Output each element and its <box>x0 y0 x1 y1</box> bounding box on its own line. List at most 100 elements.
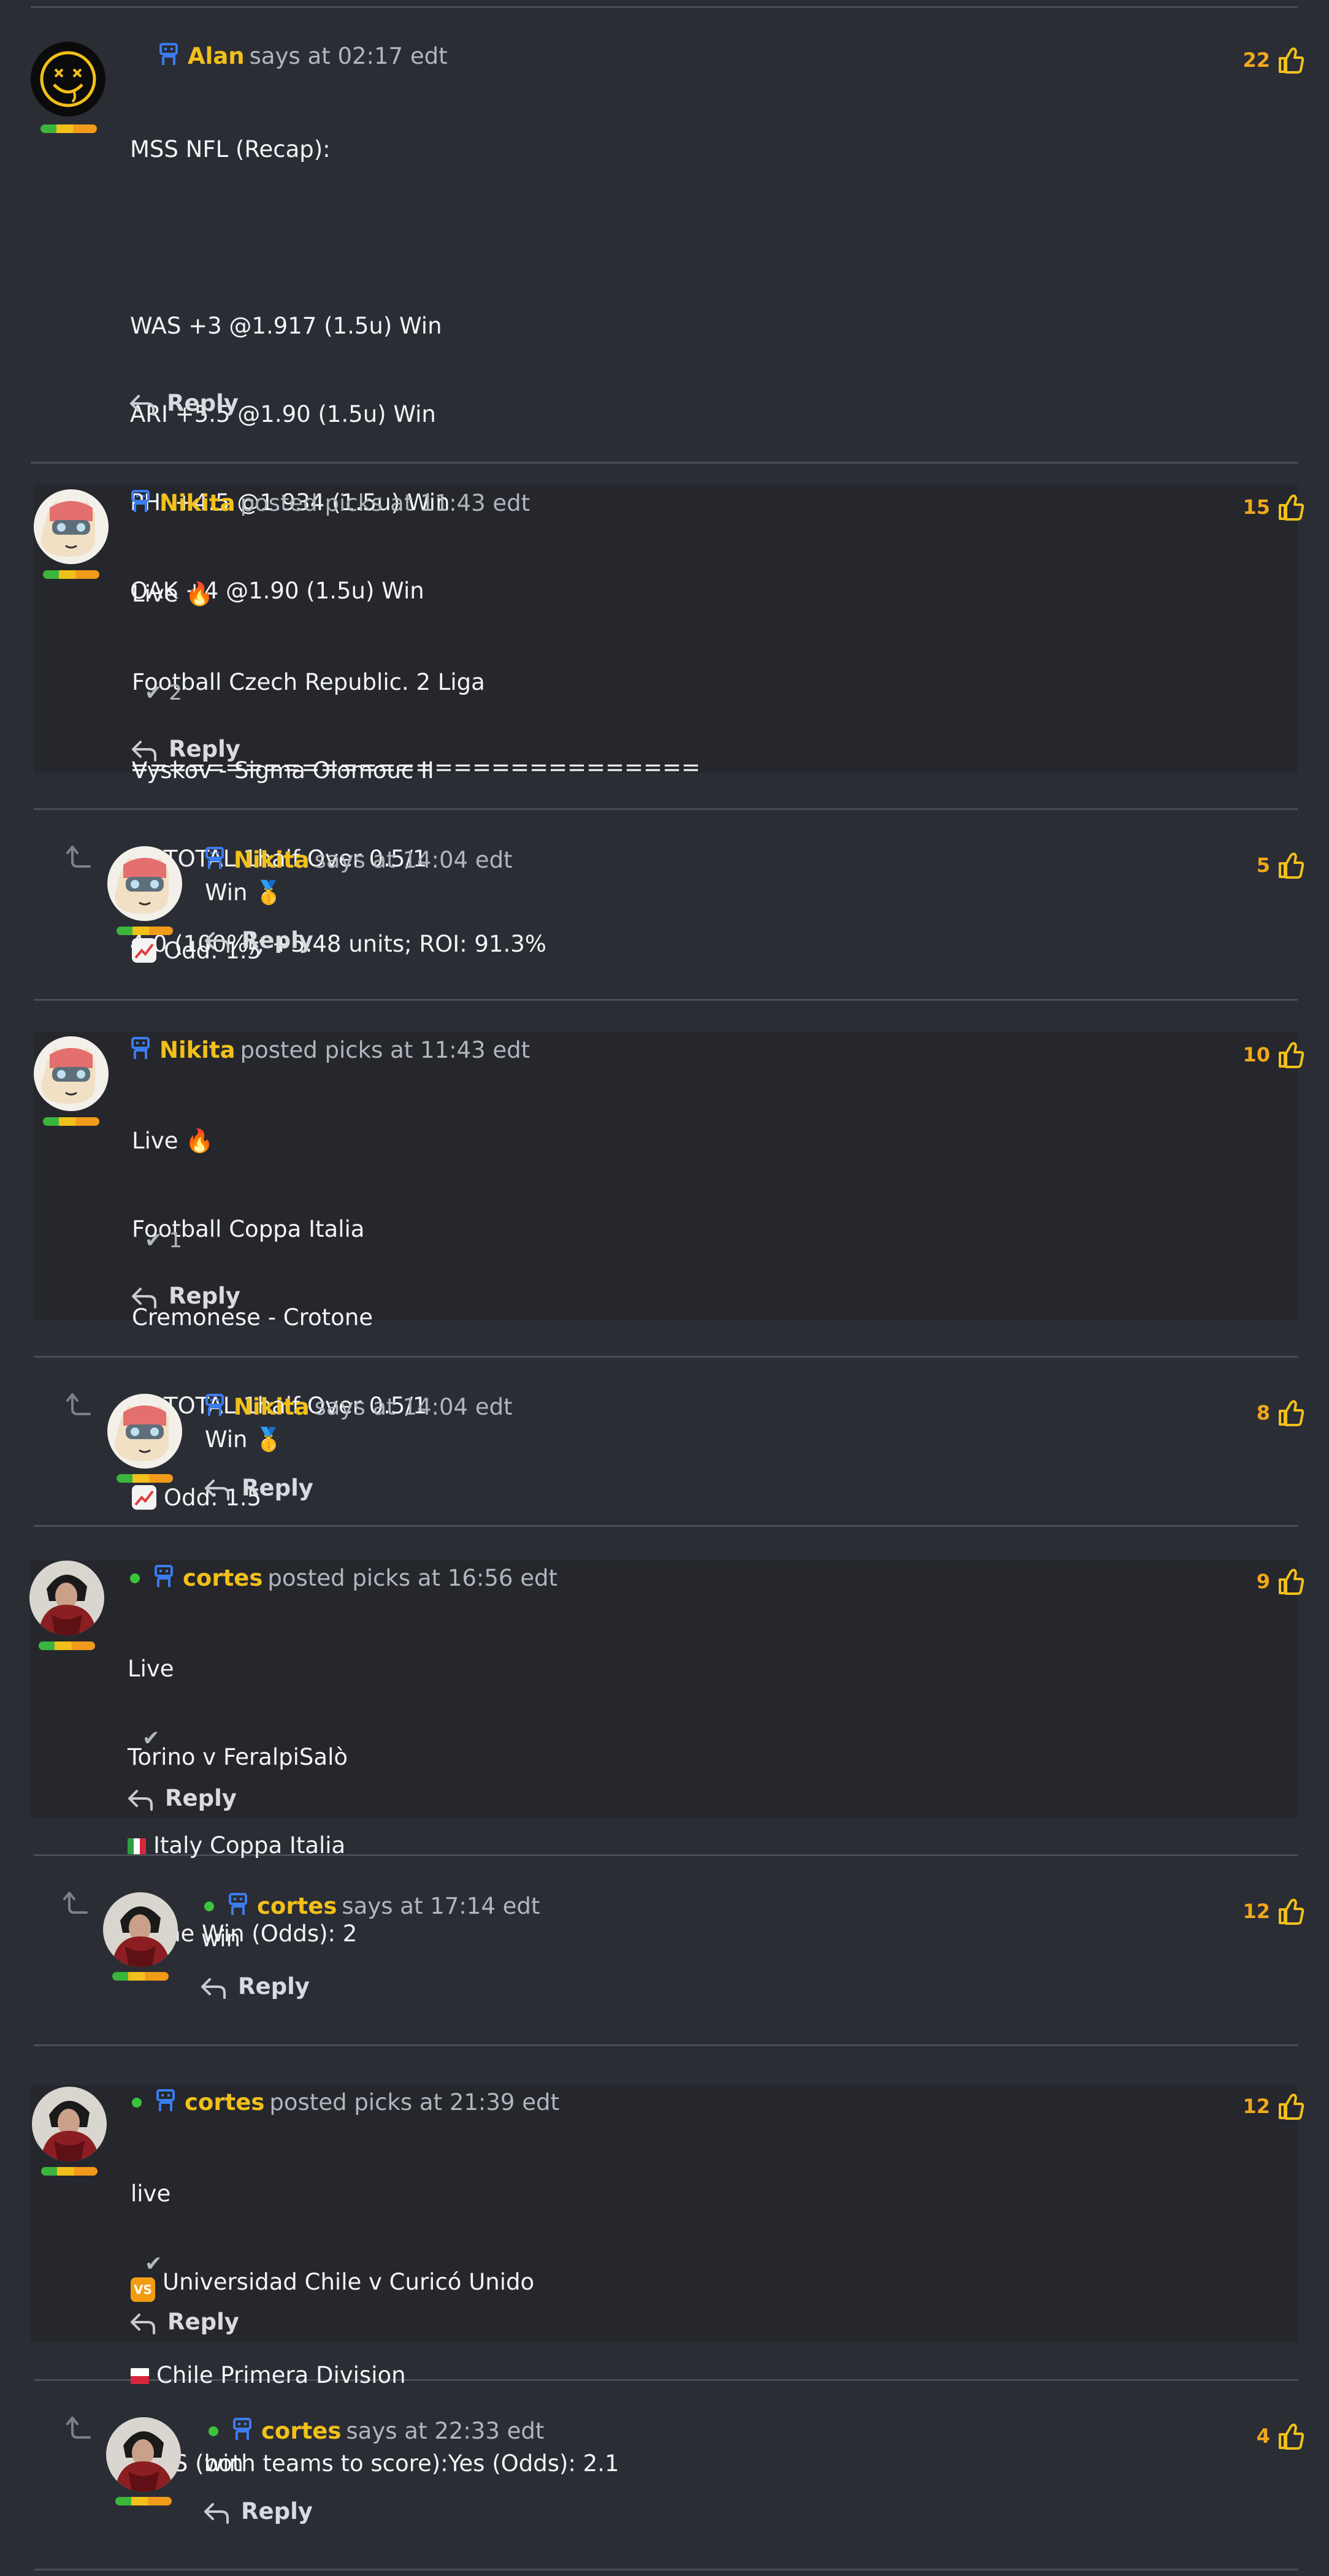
comment-meta: posted picks at 11:43 edt <box>240 490 530 516</box>
checkmark-icon: ✔ <box>145 681 163 705</box>
comment-line: win <box>201 1925 240 1952</box>
comment-line: Win 🥇 <box>205 1426 283 1453</box>
reply-button[interactable]: Reply <box>204 1475 313 1502</box>
reply-arrow-icon <box>131 1283 169 1309</box>
cat-avatar-icon <box>115 1405 169 1461</box>
comment-line: Football Czech Republic. 2 Liga <box>132 669 485 695</box>
reply-label: Reply <box>169 736 240 762</box>
avatar[interactable] <box>106 2417 181 2492</box>
reply-arrow-icon <box>129 2309 167 2335</box>
comment-header: cortes says at 22:33 edt <box>209 2418 544 2447</box>
avatar[interactable] <box>107 1394 182 1469</box>
username[interactable]: cortes <box>261 2418 341 2444</box>
reply-button[interactable]: Reply <box>204 927 313 954</box>
reply-button[interactable]: Reply <box>200 1973 310 2000</box>
like-button[interactable]: 12 <box>1243 1897 1304 1925</box>
thumbs-up-icon <box>1270 1569 1304 1595</box>
comment-line: Live <box>128 1656 174 1682</box>
checkmark-icon: ✔ <box>145 2252 163 2276</box>
comment-body: Win 🥇 <box>205 878 283 908</box>
nested-reply-arrow-icon <box>59 1890 89 1920</box>
username[interactable]: cortes <box>257 1893 337 1919</box>
comment-meta: says at 17:14 edt <box>342 1893 540 1919</box>
comment-body: Win 🥇 <box>205 1425 283 1454</box>
user-rank-bar <box>117 1474 173 1483</box>
tail-count[interactable]: ✔ <box>142 1726 160 1751</box>
reply-label: Reply <box>238 1973 310 2000</box>
tail-count[interactable]: ✔ 2 <box>145 681 182 705</box>
robot-icon <box>204 1394 225 1423</box>
comment-line: Torino v FeralpiSalò <box>128 1744 348 1770</box>
reply-button[interactable]: Reply <box>129 390 239 417</box>
thumbs-up-icon <box>1270 1898 1304 1925</box>
comment-meta: says at 02:17 edt <box>249 43 448 69</box>
username[interactable]: Nikita <box>159 1037 236 1063</box>
user-rank-bar <box>43 1117 99 1126</box>
robot-icon <box>155 2089 176 2118</box>
username[interactable]: cortes <box>183 1565 262 1591</box>
robot-icon <box>130 1037 151 1066</box>
reply-button[interactable]: Reply <box>131 1283 240 1310</box>
reply-button[interactable]: Reply <box>127 1785 237 1812</box>
reply-label: Reply <box>167 390 239 416</box>
robot-icon <box>228 1893 248 1922</box>
comment-header: cortes posted picks at 16:56 edt <box>130 1565 557 1594</box>
thumbs-up-icon <box>1270 852 1304 879</box>
tail-count[interactable]: ✔ 1 <box>145 1228 182 1253</box>
comment-meta: posted picks at 21:39 edt <box>269 2089 559 2115</box>
user-rank-bar <box>39 1642 95 1650</box>
user-rank-bar <box>41 2167 98 2176</box>
avatar[interactable] <box>29 1561 104 1635</box>
username[interactable]: Alan <box>188 43 245 69</box>
divider <box>34 2569 1298 2570</box>
user-rank-bar <box>115 2497 172 2505</box>
robot-icon <box>130 490 151 519</box>
tail-count-value: 1 <box>169 1228 182 1253</box>
reply-label: Reply <box>169 1283 240 1309</box>
reply-arrow-icon <box>204 1475 242 1501</box>
reply-label: Reply <box>242 1475 313 1501</box>
comment-meta: says at 14:04 edt <box>314 847 513 873</box>
reply-arrow-icon <box>204 927 242 954</box>
chart-increasing-emoji-icon <box>132 938 156 963</box>
comment-line: WAS +3 @1.917 (1.5u) Win <box>130 313 442 339</box>
comment-header: Alan says at 02:17 edt <box>158 43 448 72</box>
reply-button[interactable]: Reply <box>129 2309 239 2336</box>
tail-count[interactable]: ✔ <box>145 2252 163 2276</box>
avatar[interactable] <box>32 2087 107 2161</box>
reply-label: Reply <box>242 927 313 954</box>
like-button[interactable]: 4 <box>1257 2422 1304 2450</box>
comment-line: Win 🥇 <box>205 879 283 906</box>
comment-line: MSS NFL (Recap): <box>130 136 331 162</box>
thumbs-up-icon <box>1270 1400 1304 1426</box>
username[interactable]: Nikita <box>159 490 236 516</box>
comment-line: Live 🔥 <box>132 581 214 607</box>
comment-body: win <box>204 2449 243 2479</box>
user-rank-bar <box>112 1972 169 1981</box>
like-button[interactable]: 10 <box>1243 1041 1304 1069</box>
like-button[interactable]: 15 <box>1243 493 1304 521</box>
comment-header: Nikita posted picks at 11:43 edt <box>130 490 530 519</box>
reply-button[interactable]: Reply <box>131 736 240 763</box>
like-button[interactable]: 5 <box>1257 851 1304 879</box>
like-button[interactable]: 8 <box>1257 1399 1304 1427</box>
like-button[interactable]: 12 <box>1243 2092 1304 2120</box>
username[interactable]: cortes <box>185 2089 264 2115</box>
reply-arrow-icon <box>131 736 169 762</box>
divider <box>34 2044 1298 2046</box>
avatar[interactable] <box>107 846 182 921</box>
reply-label: Reply <box>165 1785 237 1811</box>
avatar[interactable] <box>34 489 109 564</box>
avatar[interactable] <box>34 1036 109 1111</box>
checkmark-icon: ✔ <box>145 1228 163 1253</box>
username[interactable]: Nikita <box>234 847 310 873</box>
username[interactable]: Nikita <box>234 1394 310 1420</box>
avatar[interactable] <box>103 1892 178 1967</box>
avatar[interactable] <box>31 42 105 117</box>
like-count: 12 <box>1243 2095 1270 2118</box>
like-button[interactable]: 22 <box>1243 46 1304 74</box>
user-rank-bar <box>117 927 173 935</box>
reply-button[interactable]: Reply <box>203 2498 313 2525</box>
like-button[interactable]: 9 <box>1257 1567 1304 1596</box>
thumbs-up-icon <box>1270 494 1304 521</box>
